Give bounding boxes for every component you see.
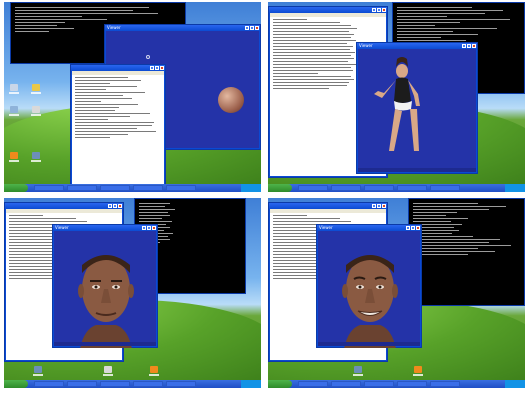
render-window-title: Viewer (55, 225, 69, 230)
taskbar-button[interactable] (430, 381, 460, 387)
taskbar-button[interactable] (166, 185, 196, 191)
taskbar-button[interactable] (133, 381, 163, 387)
render-window-title: Viewer (107, 25, 121, 30)
close-button[interactable] (160, 66, 164, 70)
console-window[interactable] (408, 198, 525, 306)
system-tray (505, 184, 525, 192)
desktop-icon-app[interactable] (102, 366, 114, 377)
maximize-button[interactable] (377, 8, 381, 12)
minimize-button[interactable] (150, 66, 154, 70)
notepad-menubar[interactable] (72, 71, 164, 75)
taskbar-button[interactable] (331, 381, 361, 387)
start-button[interactable] (4, 380, 28, 388)
close-button[interactable] (255, 26, 259, 30)
desktop-icon-shortcut[interactable] (32, 366, 44, 377)
taskbar (4, 184, 261, 192)
taskbar-button[interactable] (298, 185, 328, 191)
minimize-button[interactable] (142, 226, 146, 230)
render-status-bar (358, 168, 476, 172)
close-button[interactable] (416, 226, 420, 230)
screenshot-panel-figure: Viewer (268, 2, 525, 192)
notepad-window[interactable] (70, 64, 166, 186)
taskbar-button[interactable] (364, 185, 394, 191)
close-button[interactable] (382, 204, 386, 208)
minimize-button[interactable] (108, 204, 112, 208)
desktop-icon-folder[interactable] (30, 84, 42, 95)
render-status-bar (318, 342, 420, 346)
render-viewport[interactable] (318, 231, 420, 348)
notepad-menubar[interactable] (270, 209, 386, 213)
start-button[interactable] (268, 184, 292, 192)
taskbar-button[interactable] (67, 381, 97, 387)
maximize-button[interactable] (411, 226, 415, 230)
minimize-button[interactable] (245, 26, 249, 30)
render-window-title: Viewer (359, 43, 373, 48)
desktop-icon-vlc[interactable] (8, 152, 20, 163)
minimize-button[interactable] (372, 204, 376, 208)
system-tray (505, 380, 525, 388)
notepad-menubar[interactable] (270, 13, 386, 17)
cursor-marker (146, 55, 150, 59)
taskbar-button[interactable] (364, 381, 394, 387)
system-tray (241, 184, 261, 192)
desktop-icon-app[interactable] (30, 106, 42, 117)
screenshot-panel-head-front: Viewer (4, 198, 261, 388)
maximize-button[interactable] (467, 44, 471, 48)
render-viewport[interactable] (358, 49, 476, 172)
desktop-icon-shortcut[interactable] (352, 366, 364, 377)
maximize-button[interactable] (377, 204, 381, 208)
desktop-icon-my-computer[interactable] (8, 84, 20, 95)
desktop-icon-recycle-bin[interactable] (8, 106, 20, 117)
render-viewport[interactable] (54, 231, 156, 348)
taskbar (268, 184, 525, 192)
notepad-menubar[interactable] (6, 209, 122, 213)
start-button[interactable] (4, 184, 28, 192)
desktop-icon-shortcut[interactable] (30, 152, 42, 163)
taskbar-button[interactable] (397, 381, 427, 387)
minimize-button[interactable] (406, 226, 410, 230)
render-window[interactable]: Viewer (316, 224, 422, 348)
start-button[interactable] (268, 380, 292, 388)
close-button[interactable] (152, 226, 156, 230)
screenshot-panel-sphere: Viewer (4, 2, 261, 192)
taskbar-button[interactable] (100, 185, 130, 191)
notepad-text[interactable] (72, 71, 164, 184)
close-button[interactable] (118, 204, 122, 208)
screenshot-panel-head-expression: Viewer (268, 198, 525, 388)
maximize-button[interactable] (147, 226, 151, 230)
minimize-button[interactable] (372, 8, 376, 12)
system-tray (241, 380, 261, 388)
render-window-title: Viewer (319, 225, 333, 230)
taskbar (4, 380, 261, 388)
maximize-button[interactable] (113, 204, 117, 208)
render-window[interactable]: Viewer (52, 224, 158, 348)
taskbar-button[interactable] (331, 185, 361, 191)
taskbar-button[interactable] (67, 185, 97, 191)
taskbar-button[interactable] (397, 185, 427, 191)
taskbar-button[interactable] (430, 185, 460, 191)
maximize-button[interactable] (155, 66, 159, 70)
rendered-human-figure (374, 57, 420, 151)
taskbar (268, 380, 525, 388)
taskbar-button[interactable] (133, 185, 163, 191)
desktop-icon-vlc[interactable] (148, 366, 160, 377)
console-output (410, 199, 523, 304)
shaded-sphere (218, 87, 244, 113)
taskbar-button[interactable] (298, 381, 328, 387)
taskbar-button[interactable] (166, 381, 196, 387)
maximize-button[interactable] (250, 26, 254, 30)
taskbar-button[interactable] (34, 185, 64, 191)
minimize-button[interactable] (462, 44, 466, 48)
close-button[interactable] (382, 8, 386, 12)
desktop-icon-vlc[interactable] (412, 366, 424, 377)
rendered-male-head (78, 255, 134, 348)
taskbar-button[interactable] (100, 381, 130, 387)
close-button[interactable] (472, 44, 476, 48)
render-status-bar (54, 342, 156, 346)
taskbar-button[interactable] (34, 381, 64, 387)
rendered-male-head-smiling (342, 255, 398, 348)
render-window[interactable]: Viewer (356, 42, 478, 174)
